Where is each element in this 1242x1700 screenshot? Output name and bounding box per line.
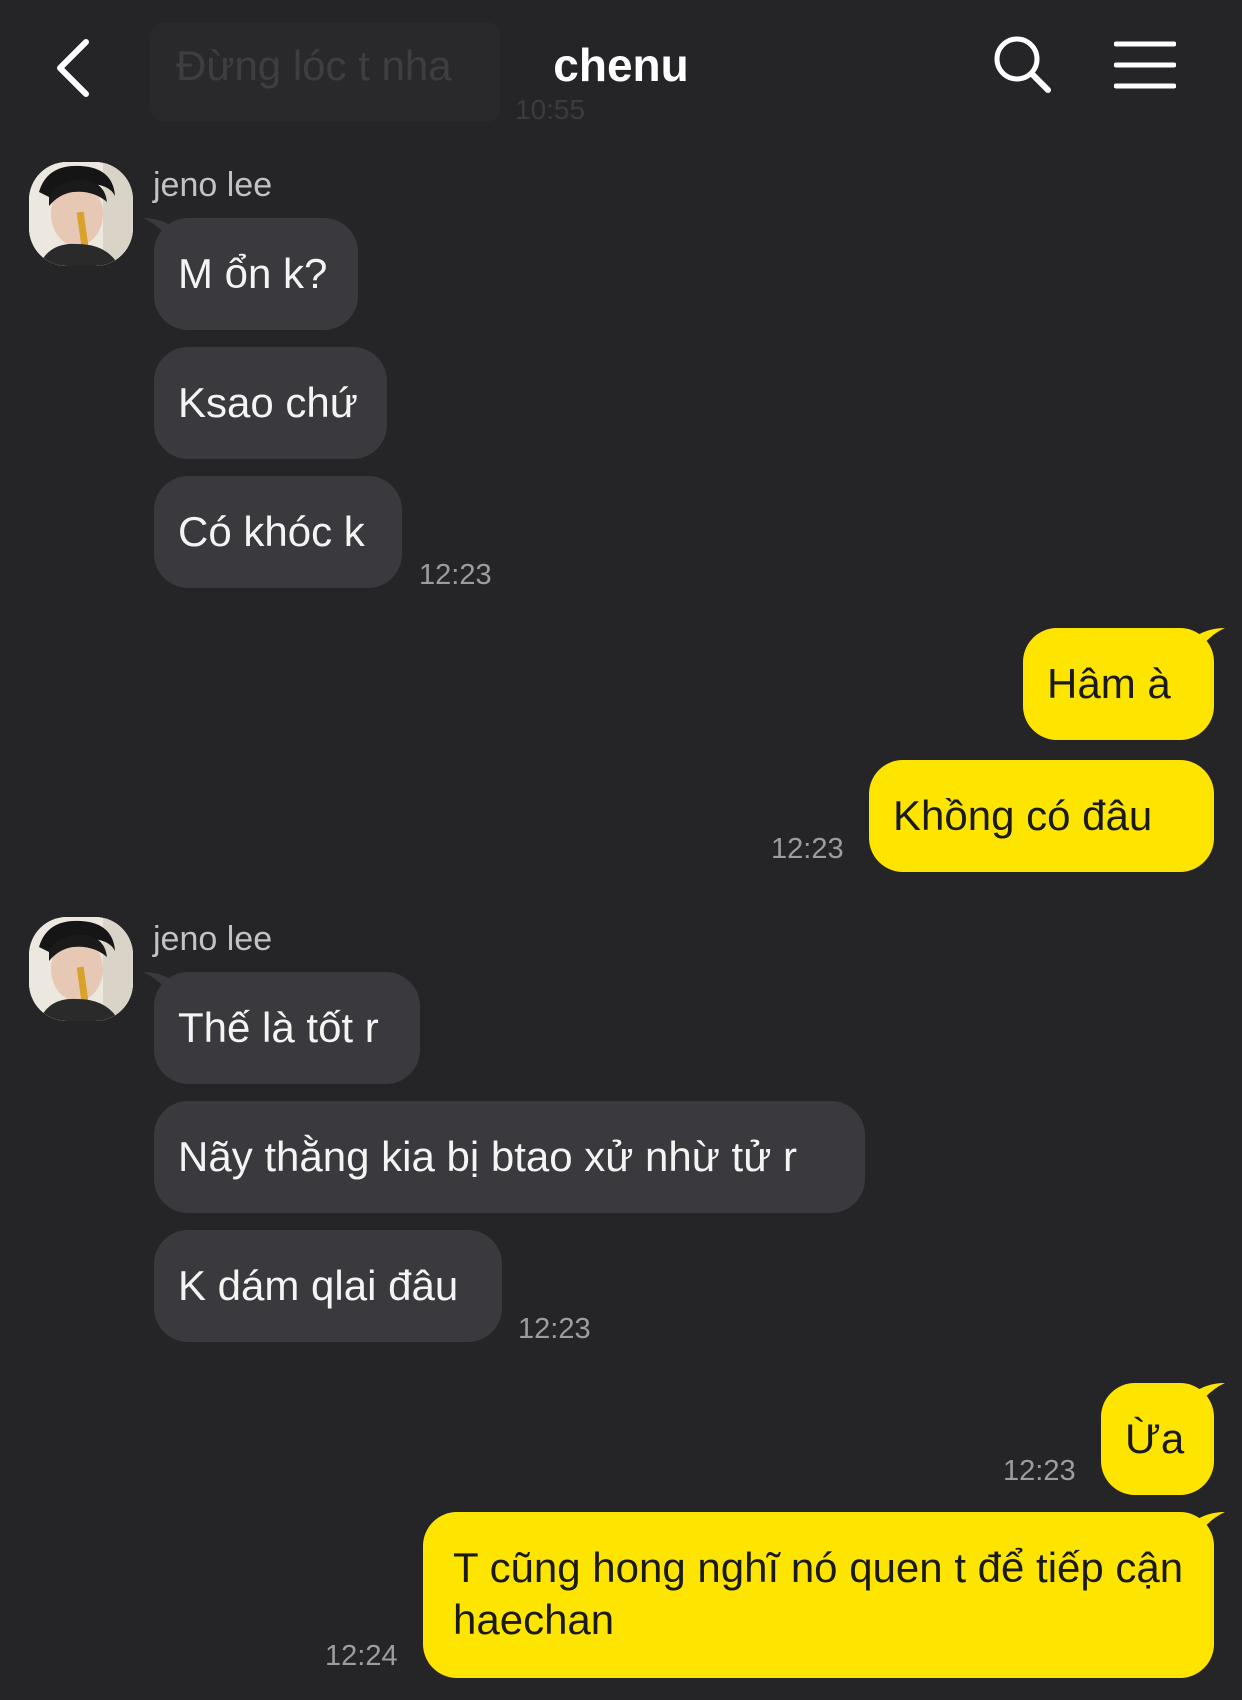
menu-button[interactable] [1113, 40, 1177, 90]
outgoing-message[interactable]: Ừa [1101, 1383, 1214, 1495]
incoming-message[interactable]: M ổn k? [154, 218, 358, 330]
incoming-message[interactable]: Ksao chứ [154, 347, 387, 459]
message-time: 12:23 [771, 833, 844, 865]
avatar[interactable] [29, 162, 133, 266]
notification-preview-time: 10:55 [515, 94, 586, 125]
message-time: 12:23 [518, 1313, 591, 1345]
message-time: 12:24 [325, 1640, 398, 1672]
message-time: 12:23 [1003, 1455, 1076, 1487]
chat-title: chenu [553, 39, 689, 91]
incoming-message[interactable]: Có khóc k [154, 476, 402, 588]
chat-header: Đừng lóc t nha 10:55 chenu [0, 0, 1242, 130]
avatar-photo [29, 917, 133, 1021]
outgoing-message[interactable]: Hâm à [1023, 628, 1214, 740]
search-icon [994, 36, 1051, 93]
message-time: 12:23 [419, 559, 492, 591]
outgoing-message[interactable]: T cũng hong nghĩ nó quen t để tiếp cận h… [423, 1512, 1214, 1678]
search-button[interactable] [992, 34, 1054, 96]
incoming-message[interactable]: Nãy thằng kia bị btao xử nhừ tử r [154, 1101, 865, 1213]
sender-name: jeno lee [153, 920, 273, 958]
avatar[interactable] [29, 917, 133, 1021]
menu-icon [1113, 41, 1177, 89]
incoming-message[interactable]: Thế là tốt r [154, 972, 420, 1084]
incoming-message[interactable]: K dám qlai đâu [154, 1230, 502, 1342]
sender-name: jeno lee [153, 166, 273, 204]
outgoing-message[interactable]: Khồng có đâu [869, 760, 1214, 872]
avatar-photo [29, 162, 133, 266]
